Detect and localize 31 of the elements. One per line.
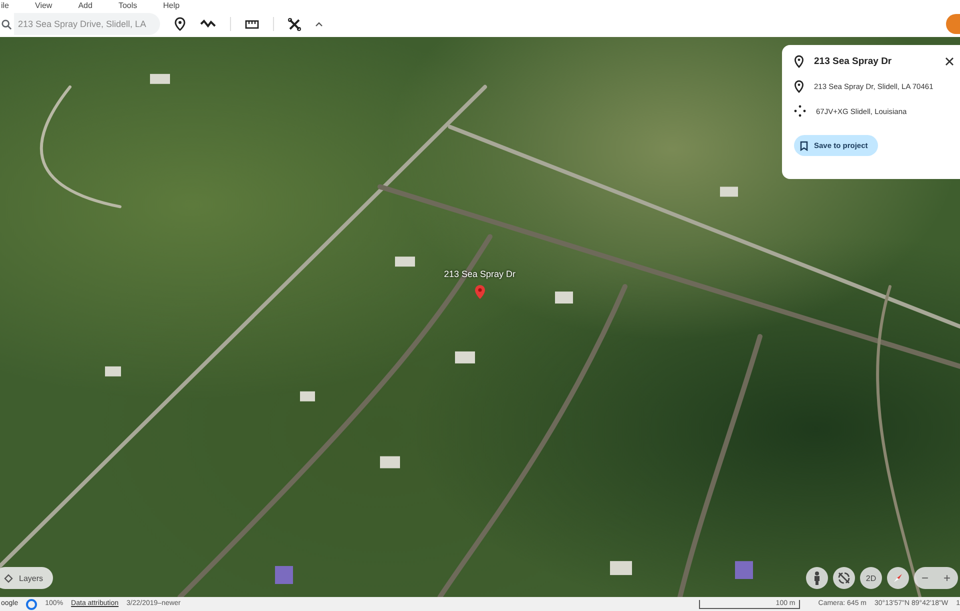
location-pin-icon <box>794 80 804 93</box>
person-icon <box>813 571 821 585</box>
layers-icon <box>4 574 13 582</box>
loading-ring-icon <box>26 598 38 610</box>
menu-item[interactable]: ile <box>1 0 10 10</box>
avatar-icon[interactable] <box>946 14 960 34</box>
compass-icon <box>892 572 904 584</box>
rotate-button[interactable] <box>833 567 855 589</box>
menu-item[interactable]: Add <box>78 0 92 10</box>
zoom-out-button[interactable]: − <box>914 567 936 589</box>
tools-icon[interactable] <box>288 18 301 30</box>
compass-button[interactable] <box>887 567 909 589</box>
layers-button[interactable]: Layers <box>0 567 54 589</box>
menu-item[interactable]: Tools <box>118 0 138 10</box>
menu-item[interactable]: View <box>35 0 52 10</box>
rotate-icon <box>837 571 851 585</box>
place-title: 213 Sea Spray Dr <box>814 56 892 67</box>
plus-code-icon <box>794 105 806 117</box>
path-icon[interactable] <box>200 19 216 29</box>
search-icon <box>1 18 12 30</box>
view-2d-button[interactable]: 2D <box>860 567 882 589</box>
place-label: 213 Sea Spray Dr <box>444 269 516 279</box>
ruler-icon[interactable] <box>245 20 259 28</box>
location-pin-icon <box>794 55 804 68</box>
close-icon[interactable] <box>945 57 954 66</box>
menu-item[interactable]: Help <box>163 0 180 10</box>
zoom-in-button[interactable]: + <box>936 567 958 589</box>
bookmark-icon <box>800 140 808 150</box>
pin-icon[interactable] <box>174 17 186 31</box>
pegman-button[interactable] <box>806 567 828 589</box>
caret-icon[interactable] <box>315 22 323 26</box>
